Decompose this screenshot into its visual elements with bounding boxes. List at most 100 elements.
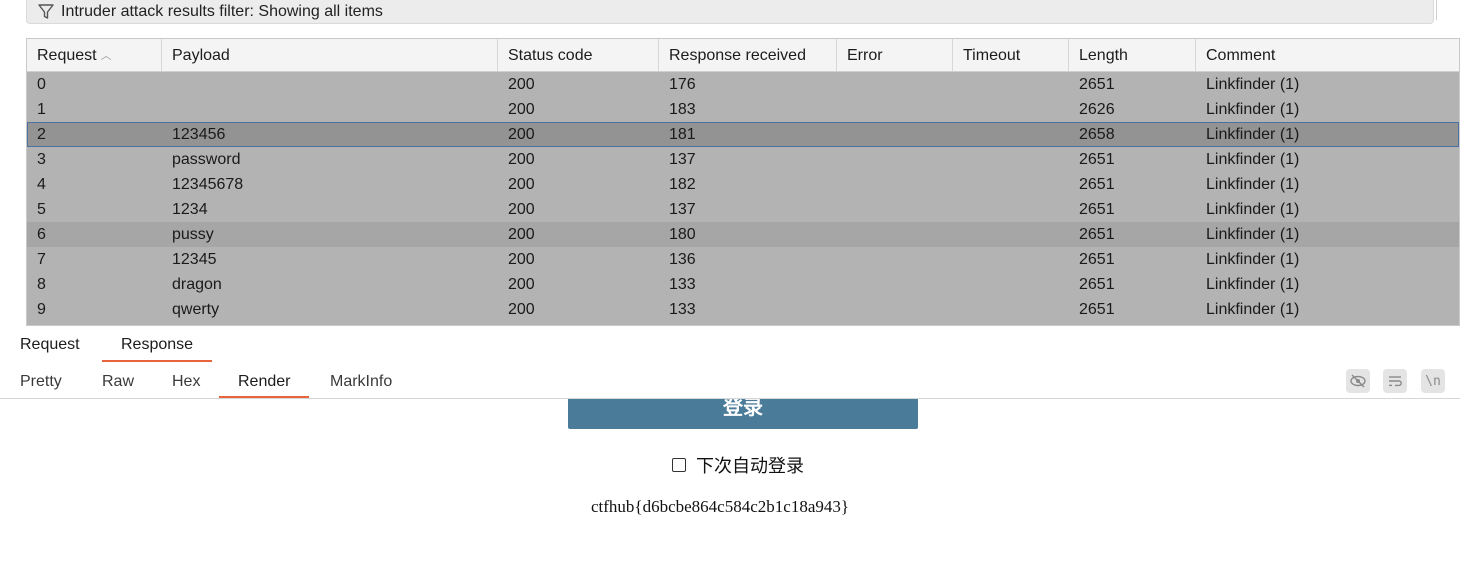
- cell-comment: Linkfinder (1): [1206, 226, 1300, 243]
- cell-length: 2658: [1079, 126, 1115, 143]
- table-row[interactable]: 6 pussy 200 180 2651 Linkfinder (1): [27, 222, 1459, 247]
- tab-render[interactable]: Render: [219, 362, 310, 398]
- remember-me: 下次自动登录: [672, 452, 804, 478]
- cell-status-code: 200: [508, 201, 535, 218]
- cell-status-code: 200: [508, 276, 535, 293]
- cell-timeout: [953, 197, 963, 222]
- cell-request: 5: [37, 201, 46, 218]
- cell-request: 2: [37, 126, 46, 143]
- table-row[interactable]: 0 200 176 2651 Linkfinder (1): [27, 72, 1459, 97]
- table-row[interactable]: 5 1234 200 137 2651 Linkfinder (1): [27, 197, 1459, 222]
- column-header-length[interactable]: Length: [1069, 39, 1196, 71]
- cell-timeout: [953, 222, 963, 247]
- cell-status-code: 200: [508, 76, 535, 93]
- cell-error: [837, 272, 847, 297]
- cell-request: 7: [37, 251, 46, 268]
- cell-length: 2651: [1079, 201, 1115, 218]
- filter-icon: [38, 4, 54, 19]
- message-tabs: Request Response: [0, 326, 1460, 363]
- cell-timeout: [953, 172, 963, 197]
- cell-payload: pussy: [172, 226, 214, 243]
- column-header-timeout[interactable]: Timeout: [953, 39, 1069, 71]
- column-header-error[interactable]: Error: [837, 39, 953, 71]
- show-newlines-button[interactable]: \n: [1421, 369, 1445, 393]
- cell-timeout: [953, 122, 963, 147]
- cell-payload: dragon: [172, 276, 222, 293]
- tab-hex[interactable]: Hex: [172, 362, 200, 396]
- results-filter-bar[interactable]: Intruder attack results filter: Showing …: [26, 0, 1434, 24]
- cell-response-received: 136: [669, 251, 696, 268]
- cell-length: 2651: [1079, 176, 1115, 193]
- table-row[interactable]: 8 dragon 200 133 2651 Linkfinder (1): [27, 272, 1459, 297]
- cell-request: 1: [37, 101, 46, 118]
- table-row[interactable]: 3 password 200 137 2651 Linkfinder (1): [27, 147, 1459, 172]
- table-row[interactable]: 2 123456 200 181 2658 Linkfinder (1): [27, 122, 1459, 147]
- cell-request: 6: [37, 226, 46, 243]
- cell-response-received: 137: [669, 151, 696, 168]
- cell-error: [837, 97, 847, 122]
- cell-status-code: 200: [508, 126, 535, 143]
- flag-text: ctfhub{d6bcbe864c584c2b1c18a943}: [591, 497, 850, 516]
- tab-response[interactable]: Response: [102, 326, 213, 362]
- cell-timeout: [953, 247, 963, 272]
- cell-error: [837, 197, 847, 222]
- cell-payload: 12345678: [172, 176, 244, 193]
- table-row[interactable]: 7 12345 200 136 2651 Linkfinder (1): [27, 247, 1459, 272]
- cell-length: 2651: [1079, 301, 1115, 318]
- render-pane: 登录 下次自动登录 ctfhub{d6bcbe864c584c2b1c18a94…: [0, 399, 1460, 577]
- cell-comment: Linkfinder (1): [1206, 76, 1300, 93]
- eye-hidden-icon: [1350, 374, 1366, 388]
- sort-ascending-icon: ︿: [100, 50, 112, 62]
- column-header-response-received[interactable]: Response received: [659, 39, 837, 71]
- cell-status-code: 200: [508, 251, 535, 268]
- cell-payload: [162, 72, 172, 97]
- cell-timeout: [953, 147, 963, 172]
- cell-request: 4: [37, 176, 46, 193]
- cell-comment: Linkfinder (1): [1206, 201, 1300, 218]
- cell-status-code: 200: [508, 101, 535, 118]
- cell-request: 3: [37, 151, 46, 168]
- login-button[interactable]: 登录: [568, 399, 918, 429]
- cell-comment: Linkfinder (1): [1206, 101, 1300, 118]
- cell-response-received: 180: [669, 226, 696, 243]
- cell-status-code: 200: [508, 301, 535, 318]
- column-header-request[interactable]: Request ︿: [27, 39, 162, 71]
- tab-markinfo[interactable]: MarkInfo: [330, 362, 392, 396]
- table-row[interactable]: 9 qwerty 200 133 2651 Linkfinder (1): [27, 297, 1459, 322]
- column-header-status-code[interactable]: Status code: [498, 39, 659, 71]
- cell-response-received: 133: [669, 276, 696, 293]
- table-header: Request ︿ Payload Status code Response re…: [27, 39, 1459, 72]
- cell-comment: Linkfinder (1): [1206, 276, 1300, 293]
- filter-area: Intruder attack results filter: Showing …: [0, 0, 1460, 36]
- tab-request[interactable]: Request: [20, 326, 80, 360]
- cell-error: [837, 122, 847, 147]
- cell-payload: 12345: [172, 251, 217, 268]
- cell-response-received: 182: [669, 176, 696, 193]
- results-table: Request ︿ Payload Status code Response re…: [26, 38, 1460, 326]
- cell-length: 2651: [1079, 76, 1115, 93]
- cell-comment: Linkfinder (1): [1206, 126, 1300, 143]
- response-view-tabs: Pretty Raw Hex Render MarkInfo \n: [0, 362, 1460, 399]
- remember-me-checkbox[interactable]: [672, 458, 686, 472]
- cell-timeout: [953, 272, 963, 297]
- column-header-comment[interactable]: Comment: [1196, 39, 1459, 71]
- cell-timeout: [953, 97, 963, 122]
- cell-length: 2651: [1079, 276, 1115, 293]
- cell-response-received: 183: [669, 101, 696, 118]
- hide-nonprintable-button[interactable]: [1346, 369, 1370, 393]
- wrap-lines-button[interactable]: [1383, 369, 1407, 393]
- table-row[interactable]: 4 12345678 200 182 2651 Linkfinder (1): [27, 172, 1459, 197]
- tab-raw[interactable]: Raw: [102, 362, 134, 396]
- cell-response-received: 181: [669, 126, 696, 143]
- column-header-payload[interactable]: Payload: [162, 39, 498, 71]
- cell-length: 2626: [1079, 101, 1115, 118]
- table-row[interactable]: 1 200 183 2626 Linkfinder (1): [27, 97, 1459, 122]
- cell-error: [837, 222, 847, 247]
- cell-error: [837, 297, 847, 322]
- cell-length: 2651: [1079, 226, 1115, 243]
- filter-text: Intruder attack results filter: Showing …: [61, 3, 383, 20]
- cell-status-code: 200: [508, 176, 535, 193]
- tab-pretty[interactable]: Pretty: [20, 362, 62, 396]
- cell-timeout: [953, 72, 963, 97]
- cell-request: 9: [37, 301, 46, 318]
